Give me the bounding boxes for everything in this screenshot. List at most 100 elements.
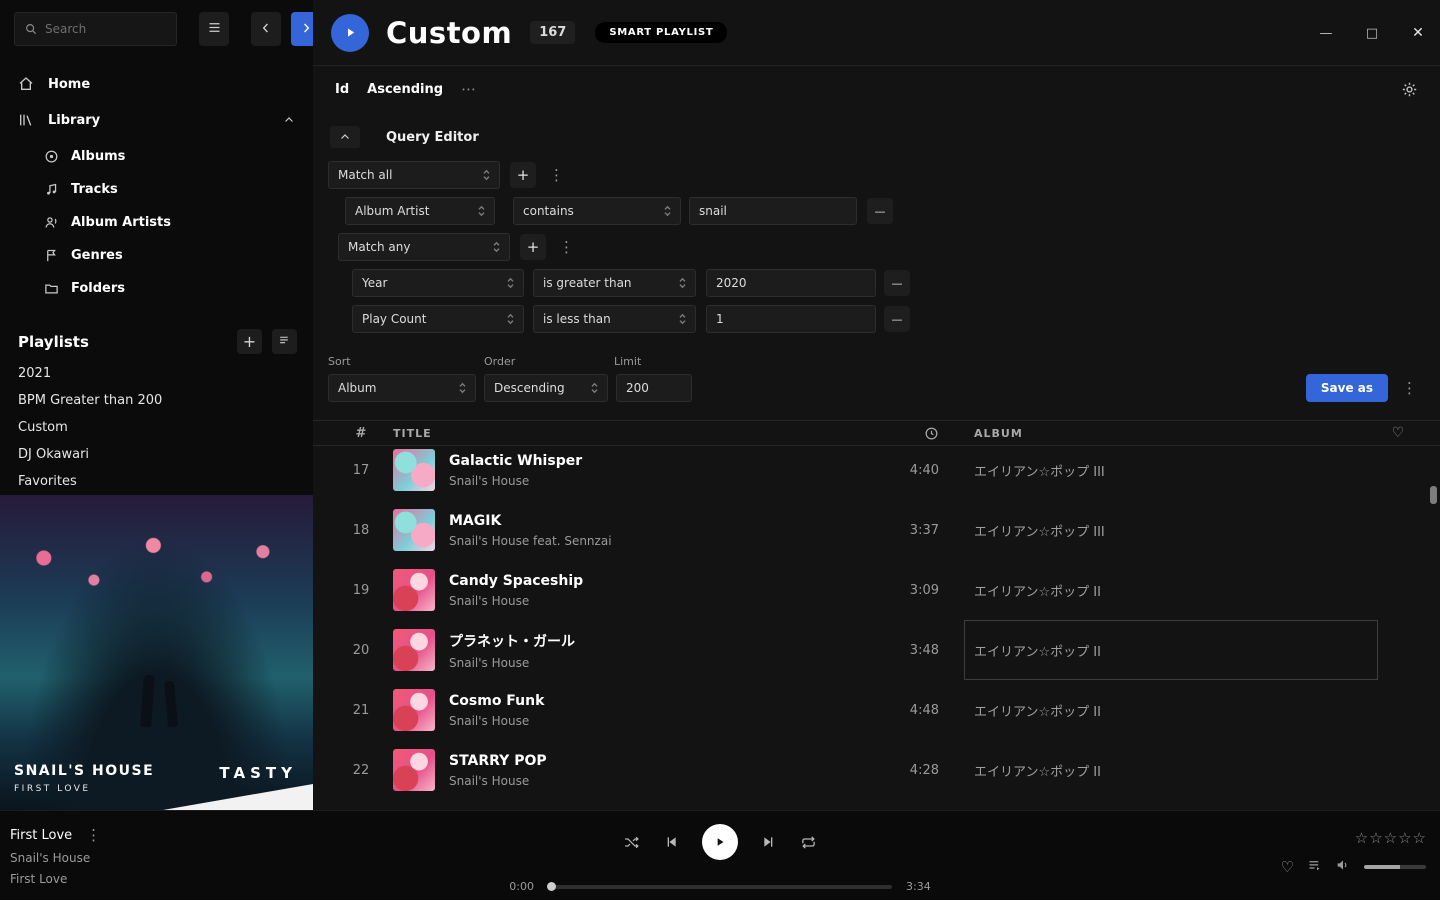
scrollbar-thumb[interactable] (1430, 486, 1437, 504)
previous-button[interactable] (663, 834, 679, 850)
play-icon (713, 835, 727, 849)
sort-direction-button[interactable]: Ascending (367, 82, 443, 97)
add-group-rule-button[interactable]: + (520, 234, 546, 260)
add-playlist-button[interactable]: + (237, 329, 262, 354)
select-caret-icon (591, 382, 598, 394)
query-editor-header: Query Editor (313, 126, 1440, 148)
album-art-thumbnail (393, 689, 435, 731)
now-playing-info: First Love ⋮ Snail's House First Love (10, 826, 100, 886)
query-editor-title: Query Editor (386, 130, 479, 145)
rule-field-select[interactable]: Album Artist (345, 197, 495, 225)
queue-button[interactable] (1307, 858, 1322, 877)
seek-handle[interactable] (547, 882, 556, 891)
column-header-index[interactable]: # (343, 426, 379, 441)
track-row[interactable]: 21 Cosmo Funk Snail's House 4:48 エイリアン☆ポ… (313, 680, 1440, 740)
maximize-button[interactable]: □ (1364, 26, 1380, 41)
minimize-button[interactable]: — (1318, 26, 1334, 41)
remove-rule-button[interactable]: — (884, 306, 910, 332)
rule-menu-button[interactable]: ⋮ (549, 166, 563, 184)
next-button[interactable] (761, 834, 777, 850)
more-options-button[interactable]: ⋯ (461, 80, 477, 98)
star-icon[interactable]: ☆ (1384, 829, 1397, 847)
rule-field-select[interactable]: Year (352, 269, 524, 297)
menu-button[interactable] (199, 12, 229, 46)
track-row[interactable]: 19 Candy Spaceship Snail's House 3:09 エイ… (313, 560, 1440, 620)
query-editor: Match all + ⋮ Album Artist contains — (313, 161, 1440, 333)
order-select[interactable]: Descending (484, 374, 608, 402)
track-row[interactable]: 17 Galactic Whisper Snail's House 4:40 エ… (313, 446, 1440, 500)
artist-icon (44, 215, 59, 230)
playlist-item[interactable]: DJ Okawari (0, 441, 313, 468)
save-as-button[interactable]: Save as (1306, 374, 1388, 402)
shuffle-button[interactable] (623, 834, 640, 851)
play-playlist-button[interactable] (331, 14, 369, 52)
sidebar-item-library[interactable]: Library (0, 102, 313, 138)
playlist-item[interactable]: Custom (0, 414, 313, 441)
rule-value-input[interactable] (689, 197, 857, 225)
nav-back-button[interactable] (251, 12, 281, 46)
star-icon[interactable]: ☆ (1413, 829, 1426, 847)
sidebar-item-folders[interactable]: Folders (0, 272, 313, 305)
track-title: Candy Spaceship (449, 573, 879, 589)
repeat-button[interactable] (800, 834, 817, 851)
star-icon[interactable]: ☆ (1369, 829, 1382, 847)
query-rule-row: Year is greater than — (352, 269, 1440, 297)
play-pause-button[interactable] (702, 824, 738, 860)
track-row[interactable]: 22 STARRY POP Snail's House 4:28 エイリアン☆ポ… (313, 740, 1440, 800)
hamburger-icon (207, 20, 222, 39)
playlist-item[interactable]: 2021 (0, 360, 313, 387)
track-album: エイリアン☆ポップ III (974, 461, 1378, 480)
settings-button[interactable] (1401, 81, 1418, 98)
limit-input[interactable] (616, 374, 692, 402)
save-menu-button[interactable]: ⋮ (1402, 379, 1416, 397)
volume-slider[interactable] (1364, 865, 1426, 869)
sidebar-item-tracks[interactable]: Tracks (0, 173, 313, 206)
sidebar-item-album-artists[interactable]: Album Artists (0, 206, 313, 239)
close-button[interactable]: ✕ (1410, 25, 1426, 41)
progress-section: 0:00 3:34 (504, 880, 936, 893)
track-number: 20 (343, 643, 379, 658)
rule-value-input[interactable] (706, 305, 876, 333)
group-match-mode-select[interactable]: Match any (338, 233, 510, 261)
column-header-title[interactable]: TITLE (393, 427, 879, 440)
favorite-button[interactable]: ♡ (1281, 858, 1294, 876)
rule-operator-select[interactable]: is greater than (533, 269, 696, 297)
rule-operator-select[interactable]: is less than (533, 305, 696, 333)
column-header-favorite[interactable]: ♡ (1378, 425, 1418, 441)
now-playing-menu-button[interactable]: ⋮ (86, 826, 100, 844)
remove-rule-button[interactable]: — (867, 198, 893, 224)
remove-rule-button[interactable]: — (884, 270, 910, 296)
column-header-duration[interactable] (879, 426, 939, 441)
add-rule-button[interactable]: + (510, 162, 536, 188)
track-artist: Snail's House (449, 774, 879, 788)
collapse-query-editor-button[interactable] (330, 126, 360, 148)
match-mode-select[interactable]: Match all (328, 161, 500, 189)
track-title: Cosmo Funk (449, 693, 879, 709)
track-row[interactable]: 18 MAGIK Snail's House feat. Sennzai 3:3… (313, 500, 1440, 560)
sidebar-item-label: Album Artists (71, 215, 171, 230)
album-art-thumbnail (393, 629, 435, 671)
sidebar-item-home[interactable]: Home (0, 66, 313, 102)
seek-bar[interactable] (548, 885, 892, 889)
rule-operator-select[interactable]: contains (513, 197, 681, 225)
sidebar-item-genres[interactable]: Genres (0, 239, 313, 272)
search-box[interactable] (14, 12, 177, 46)
column-header-album[interactable]: ALBUM (974, 427, 1378, 440)
track-row[interactable]: 20 プラネット・ガール Snail's House 3:48 エイリアン☆ポッ… (313, 620, 1440, 680)
group-menu-button[interactable]: ⋮ (559, 238, 573, 256)
playlist-options-button[interactable] (272, 329, 297, 354)
playlist-item[interactable]: Favorites (0, 468, 313, 495)
playlist-item[interactable]: BPM Greater than 200 (0, 387, 313, 414)
sidebar-item-albums[interactable]: Albums (0, 140, 313, 173)
star-icon[interactable]: ☆ (1398, 829, 1411, 847)
search-input[interactable] (45, 22, 167, 36)
star-icon[interactable]: ☆ (1355, 829, 1368, 847)
rule-field-select[interactable]: Play Count (352, 305, 524, 333)
volume-button[interactable] (1335, 857, 1351, 877)
rule-value-input[interactable] (706, 269, 876, 297)
sort-by-select[interactable]: Album (328, 374, 476, 402)
queue-icon (1307, 858, 1322, 873)
chevron-up-icon[interactable] (283, 114, 295, 126)
sort-field-button[interactable]: Id (335, 82, 349, 97)
track-artist: Snail's House (449, 714, 879, 728)
